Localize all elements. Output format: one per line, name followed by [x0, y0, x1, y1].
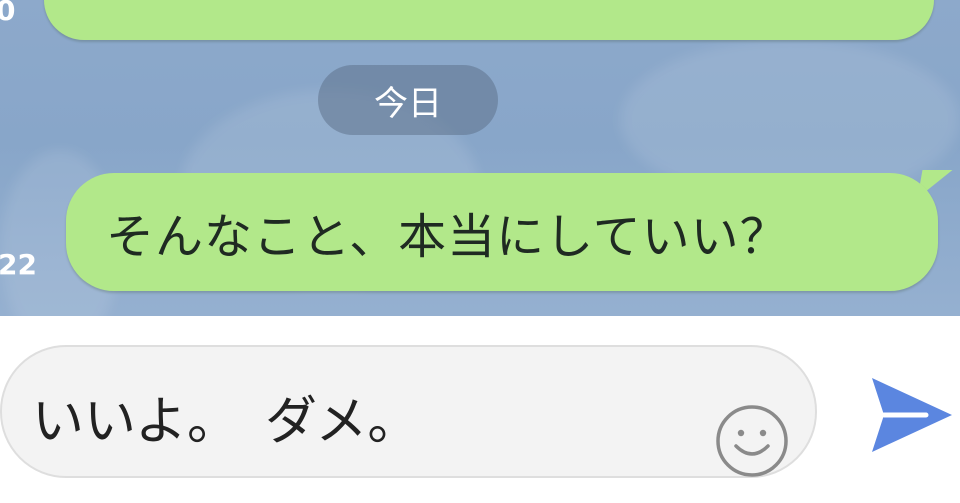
chat-area: 0 今日 そんなこと、本当にしていい？ 22	[0, 0, 960, 316]
previous-message-bubble[interactable]	[44, 0, 934, 40]
smiley-icon[interactable]	[715, 404, 789, 478]
message-input-text: いいよ。 ダメ。	[32, 392, 420, 452]
message-input[interactable]: いいよ。 ダメ。	[0, 345, 817, 478]
message-composer: いいよ。 ダメ。	[0, 316, 960, 503]
send-icon[interactable]	[868, 372, 954, 458]
message-text: そんなこと、本当にしていい？	[106, 209, 789, 265]
message-time: 22	[0, 248, 37, 281]
previous-message-time: 0	[0, 0, 16, 27]
date-separator: 今日	[318, 65, 498, 135]
message-bubble[interactable]: そんなこと、本当にしていい？	[66, 173, 938, 291]
